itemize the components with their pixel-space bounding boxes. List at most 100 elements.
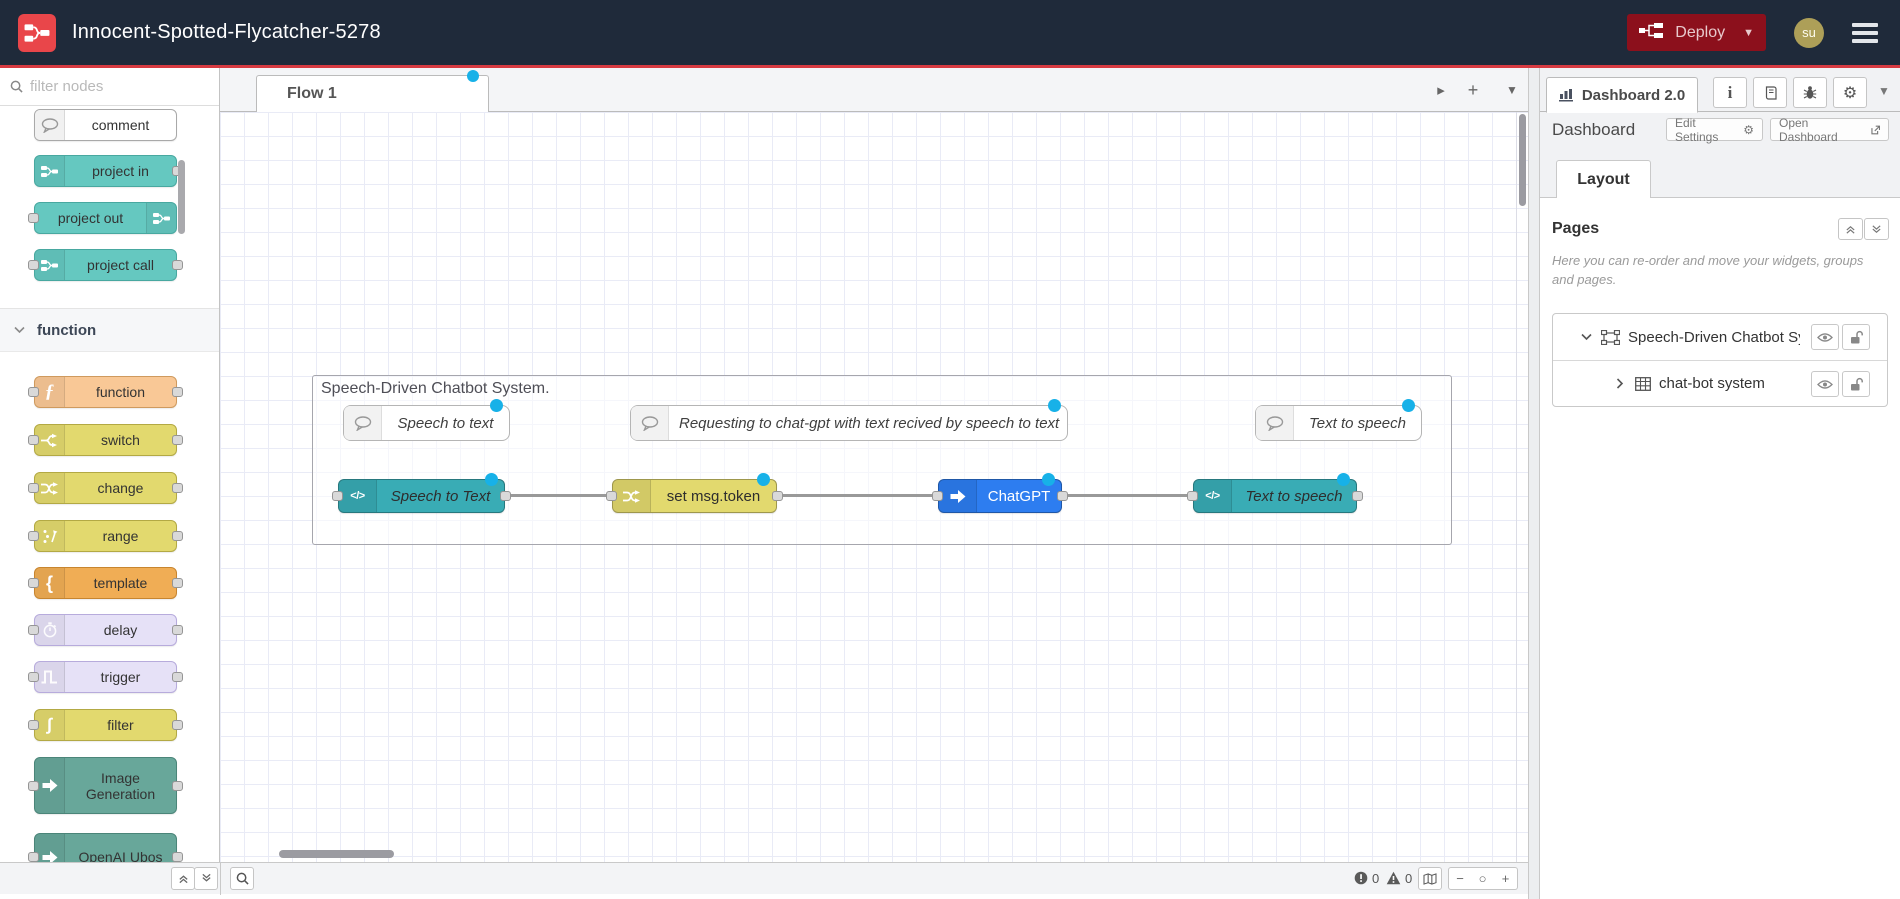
zoom-in-button[interactable]: + [1494, 867, 1518, 890]
input-port[interactable] [28, 483, 39, 493]
palette-node-trigger[interactable]: trigger [28, 661, 183, 693]
palette-expand-all-button[interactable] [194, 867, 218, 890]
input-port[interactable] [28, 625, 39, 635]
output-port[interactable] [172, 483, 183, 493]
input-port[interactable] [28, 578, 39, 588]
input-port[interactable] [332, 491, 343, 501]
input-port[interactable] [28, 672, 39, 682]
tab-scroll-right-icon[interactable]: ▸ [1428, 77, 1454, 103]
input-port[interactable] [28, 531, 39, 541]
deploy-caret-icon[interactable]: ▼ [1743, 27, 1754, 39]
page-row-chat-bot-system[interactable]: chat-bot system [1553, 360, 1887, 406]
palette-node-openai-ubos[interactable]: OpenAI Ubos [28, 833, 183, 862]
config-tab-button[interactable]: ⚙ [1833, 77, 1867, 108]
tab-dashboard-2[interactable]: Dashboard 2.0 [1546, 77, 1698, 113]
minimap-toggle-button[interactable] [1418, 867, 1442, 890]
palette-scrollbar[interactable] [178, 160, 185, 234]
output-port[interactable] [172, 852, 183, 862]
output-port[interactable] [172, 672, 183, 682]
wire[interactable] [782, 494, 933, 497]
canvas-horizontal-scrollbar[interactable] [279, 850, 394, 858]
error-count-icon[interactable] [1354, 871, 1368, 890]
output-port[interactable] [172, 387, 183, 397]
canvas-vertical-scrollbar[interactable] [1519, 114, 1526, 206]
lock-toggle-button[interactable] [1842, 324, 1870, 350]
tree-chevron-down-icon[interactable] [1579, 333, 1593, 341]
visibility-toggle-button[interactable] [1811, 371, 1839, 397]
lock-toggle-button[interactable] [1842, 371, 1870, 397]
deploy-button[interactable]: Deploy ▼ [1627, 14, 1766, 51]
changed-dot [1402, 399, 1415, 412]
output-port[interactable] [172, 625, 183, 635]
palette-node-change[interactable]: change [28, 472, 183, 504]
output-port[interactable] [1352, 491, 1363, 501]
palette-category-function[interactable]: function [0, 308, 219, 352]
flow-canvas[interactable]: Speech-Driven Chatbot System. Speech to t… [220, 112, 1528, 862]
flow-group[interactable]: Speech-Driven Chatbot System. [312, 375, 1452, 545]
info-tab-button[interactable]: i [1713, 77, 1747, 108]
palette-node-switch[interactable]: switch [28, 424, 183, 456]
palette-node-image-generation[interactable]: Image Generation [28, 757, 183, 814]
output-port[interactable] [172, 260, 183, 270]
zoom-reset-button[interactable]: ○ [1471, 867, 1495, 890]
comment-node-text-to-speech[interactable]: Text to speech [1255, 399, 1422, 441]
zoom-out-button[interactable]: − [1448, 867, 1472, 890]
output-port[interactable] [172, 531, 183, 541]
input-port[interactable] [28, 435, 39, 445]
wire[interactable] [1067, 494, 1188, 497]
help-tab-button[interactable] [1753, 77, 1787, 108]
pages-expand-all-button[interactable] [1864, 218, 1889, 240]
input-port[interactable] [28, 852, 39, 862]
input-port[interactable] [28, 260, 39, 270]
output-port[interactable] [172, 435, 183, 445]
output-port[interactable] [172, 720, 183, 730]
comment-node-speech-to-text[interactable]: Speech to text [343, 399, 510, 441]
wire[interactable] [510, 494, 607, 497]
palette-node-comment[interactable]: comment [34, 109, 177, 141]
flow-node-speech-to-text[interactable]: </> Speech to Text [332, 473, 511, 513]
palette-node-function[interactable]: ƒ function [28, 376, 183, 408]
sidebar-splitter[interactable] [1528, 68, 1540, 899]
debug-tab-button[interactable] [1793, 77, 1827, 108]
input-port[interactable] [606, 491, 617, 501]
pages-collapse-all-button[interactable] [1838, 218, 1863, 240]
output-port[interactable] [172, 780, 183, 791]
palette-node-template[interactable]: {template [28, 567, 183, 599]
main-menu-icon[interactable] [1852, 19, 1878, 47]
user-avatar[interactable]: su [1794, 17, 1824, 48]
output-port[interactable] [1057, 491, 1068, 501]
input-port[interactable] [28, 720, 39, 730]
flow-list-caret-icon[interactable]: ▼ [1499, 77, 1525, 103]
edit-settings-button[interactable]: Edit Settings ⚙ [1666, 116, 1763, 144]
output-port[interactable] [772, 491, 783, 501]
palette-node-filter[interactable]: ∫ filter [28, 709, 183, 741]
page-row-speech-driven-chatbot-system[interactable]: Speech-Driven Chatbot System [1553, 314, 1887, 360]
input-port[interactable] [28, 213, 39, 223]
flow-node-text-to-speech[interactable]: </> Text to speech [1187, 473, 1363, 513]
open-dashboard-button[interactable]: Open Dashboard [1770, 116, 1889, 144]
palette-node-project-call[interactable]: project call [28, 249, 183, 281]
tab-flow-1[interactable]: Flow 1 [256, 70, 489, 112]
output-port[interactable] [172, 578, 183, 588]
sidebar-tabs-caret-icon[interactable]: ▼ [1878, 84, 1890, 98]
output-port[interactable] [500, 491, 511, 501]
palette-node-delay[interactable]: delay [28, 614, 183, 646]
flow-node-chatgpt[interactable]: ChatGPT [932, 473, 1068, 513]
palette-filter-input[interactable] [30, 78, 190, 95]
add-flow-button[interactable]: + [1460, 77, 1486, 103]
canvas-search-button[interactable] [230, 867, 254, 890]
input-port[interactable] [28, 387, 39, 397]
tab-layout[interactable]: Layout [1556, 160, 1651, 198]
input-port[interactable] [932, 491, 943, 501]
palette-node-project-in[interactable]: project in [34, 155, 183, 187]
flow-node-set-msg-token[interactable]: set msg.token [606, 473, 783, 513]
comment-node-requesting-to-chat-gpt-with-te[interactable]: Requesting to chat-gpt with text recived… [630, 399, 1068, 441]
palette-collapse-all-button[interactable] [171, 867, 195, 890]
warning-count-icon[interactable] [1386, 871, 1401, 890]
palette-node-project-out[interactable]: project out [28, 202, 177, 234]
chevron-right-icon[interactable] [1613, 378, 1627, 389]
palette-node-range[interactable]: range [28, 520, 183, 552]
input-port[interactable] [1187, 491, 1198, 501]
visibility-toggle-button[interactable] [1811, 324, 1839, 350]
input-port[interactable] [28, 780, 39, 791]
